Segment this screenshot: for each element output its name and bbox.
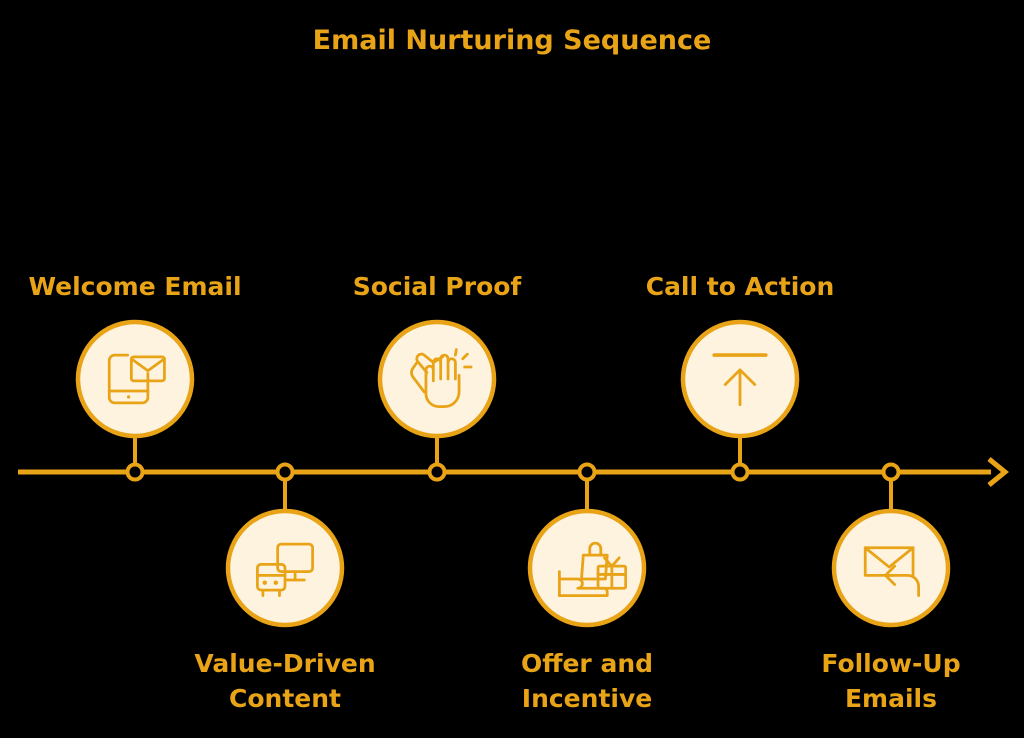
diagram-canvas: Email Nurturing Sequence Welcome Email Va… bbox=[0, 0, 1024, 738]
step-circle-1[interactable] bbox=[75, 319, 195, 439]
step-label-3: Social Proof bbox=[353, 272, 523, 301]
step-label-2: Value-Driven Content bbox=[194, 649, 375, 713]
step-label-5: Call to Action bbox=[646, 272, 835, 301]
timeline-node-marker[interactable] bbox=[125, 462, 145, 482]
timeline-diagram: Email Nurturing Sequence Welcome Email Va… bbox=[18, 25, 1009, 713]
step-label-6: Follow-Up Emails bbox=[821, 649, 960, 713]
step-circle-3[interactable] bbox=[377, 319, 497, 439]
step-label-1: Welcome Email bbox=[28, 272, 241, 301]
timeline-axis bbox=[18, 457, 1009, 487]
timeline-node-marker[interactable] bbox=[577, 462, 597, 482]
timeline-arrowhead-icon bbox=[987, 457, 1009, 487]
diagram-title: Email Nurturing Sequence bbox=[313, 25, 712, 56]
timeline-node-marker[interactable] bbox=[275, 462, 295, 482]
timeline-node-marker[interactable] bbox=[881, 462, 901, 482]
timeline-node-marker[interactable] bbox=[427, 462, 447, 482]
step-label-4: Offer and Incentive bbox=[521, 649, 653, 713]
timeline-node-marker[interactable] bbox=[730, 462, 750, 482]
